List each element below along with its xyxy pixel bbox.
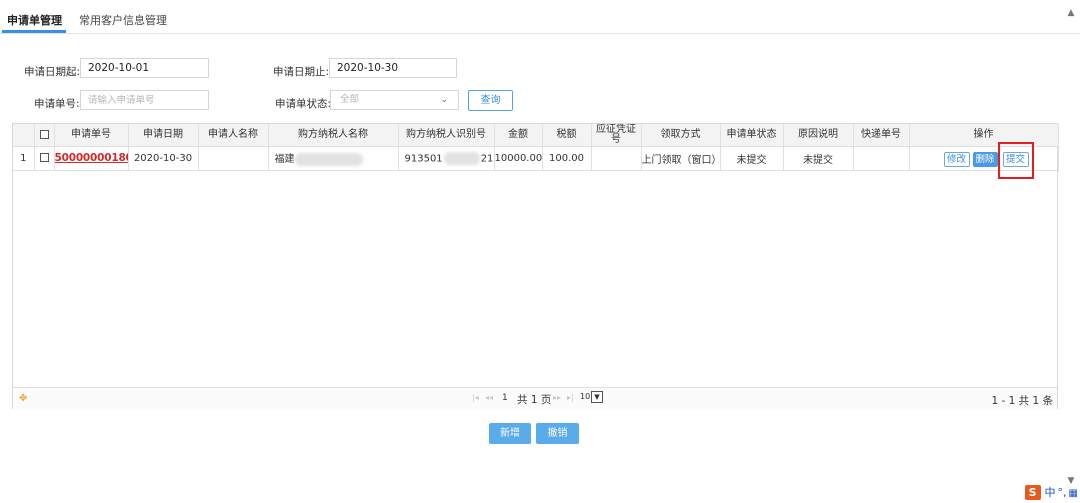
status-cell: 未提交 <box>720 146 784 171</box>
header-index <box>13 124 35 147</box>
buyer-name-text: 福建 <box>274 154 295 166</box>
delete-button[interactable]: 删除 <box>972 151 998 167</box>
actions-cell: 修改 删除 提交 <box>909 146 1059 171</box>
ime-language-toggle[interactable]: 中 <box>1045 486 1056 499</box>
header-buyer-tax-id[interactable]: 购方纳税人识别号 <box>398 124 495 147</box>
ime-punctuation-toggle[interactable]: °, <box>1058 486 1067 499</box>
prev-page-icon[interactable]: ◂◂ <box>485 393 493 402</box>
page-number[interactable]: 1 <box>502 393 508 403</box>
apply-table: 申请单号 申请日期 申请人名称 购方纳税人名称 购方纳税人识别号 金额 税额 应… <box>13 124 1059 171</box>
apply-no-link[interactable]: 500000001800 <box>55 152 128 164</box>
select-all-checkbox[interactable] <box>39 129 49 139</box>
tab-customer-info[interactable]: 常用客户信息管理 <box>79 12 167 28</box>
header-express-no[interactable]: 快递单号 <box>853 124 910 147</box>
refresh-icon[interactable]: ✥ <box>19 393 27 404</box>
data-grid: 申请单号 申请日期 申请人名称 购方纳税人名称 购方纳税人识别号 金额 税额 应… <box>12 123 1059 409</box>
row-index: 1 <box>13 146 35 171</box>
new-button[interactable]: 新增 <box>489 423 531 444</box>
voucher-no-cell <box>591 146 642 171</box>
header-applicant[interactable]: 申请人名称 <box>198 124 269 147</box>
page-size-dropdown-icon[interactable]: ▼ <box>591 391 603 403</box>
pagination-bar: ✥ |◂ ◂◂ 1 共 1 页 ▸▸ ▸| 10 ▼ 1 - 1 共 1 条 <box>13 387 1057 409</box>
reason-cell: 未提交 <box>783 146 854 171</box>
header-voucher-no[interactable]: 应征凭证号 <box>591 124 642 147</box>
express-no-cell <box>853 146 910 171</box>
redacted-blur <box>294 152 363 166</box>
header-status[interactable]: 申请单状态 <box>720 124 784 147</box>
total-pages: 共 1 页 <box>517 394 552 406</box>
header-reason[interactable]: 原因说明 <box>783 124 854 147</box>
header-apply-date[interactable]: 申请日期 <box>128 124 199 147</box>
table-row[interactable]: 1 500000001800 2020-10-30 福建 913501 217 1… <box>13 146 1059 171</box>
pickup-method-cell: 上门领取（窗口） <box>641 146 721 171</box>
apply-no-cell: 500000001800 <box>54 146 129 171</box>
tax-cell: 100.00 <box>542 146 592 171</box>
header-apply-no[interactable]: 申请单号 <box>54 124 129 147</box>
header-pickup-method[interactable]: 领取方式 <box>641 124 721 147</box>
status-label: 申请单状态: <box>275 98 332 110</box>
tab-apply-management[interactable]: 申请单管理 <box>7 12 62 28</box>
query-button[interactable]: 查询 <box>468 90 513 111</box>
apply-no-input[interactable] <box>80 90 209 110</box>
tax-id-suffix: 217 <box>480 153 494 164</box>
chevron-down-icon: ⌄ <box>440 95 448 105</box>
sogou-logo-icon[interactable]: S <box>1024 485 1041 500</box>
applicant-cell <box>198 146 269 171</box>
header-tax[interactable]: 税额 <box>542 124 592 147</box>
record-range: 1 - 1 共 1 条 <box>991 395 1053 407</box>
status-selected-value: 全部 <box>340 94 360 105</box>
row-checkbox[interactable] <box>39 153 49 162</box>
apply-no-label: 申请单号: <box>34 98 80 110</box>
buyer-name-cell: 福建 <box>268 146 399 171</box>
redacted-blur <box>443 151 480 165</box>
apply-date-cell: 2020-10-30 <box>128 146 199 171</box>
start-date-label: 申请日期起: <box>24 66 81 78</box>
end-date-input[interactable] <box>329 58 457 78</box>
edit-button[interactable]: 修改 <box>943 151 970 167</box>
ime-toolbar[interactable]: S 中 °, ▦ <box>1024 485 1078 501</box>
last-page-icon[interactable]: ▸| <box>567 393 574 402</box>
next-page-icon[interactable]: ▸▸ <box>553 393 561 402</box>
table-header-row: 申请单号 申请日期 申请人名称 购方纳税人名称 购方纳税人识别号 金额 税额 应… <box>13 124 1059 147</box>
amount-cell: 10000.00 <box>494 146 543 171</box>
header-buyer-name[interactable]: 购方纳税人名称 <box>268 124 399 147</box>
tab-bar: 申请单管理 常用客户信息管理 <box>0 0 1080 34</box>
start-date-input[interactable] <box>80 58 209 78</box>
first-page-icon[interactable]: |◂ <box>472 393 479 402</box>
page-size-value[interactable]: 10 <box>580 392 590 401</box>
end-date-label: 申请日期止: <box>273 66 330 78</box>
status-select[interactable]: 全部 ⌄ <box>330 90 459 110</box>
row-checkbox-cell[interactable] <box>34 146 55 171</box>
submit-highlight-annotation <box>998 142 1034 179</box>
active-tab-indicator <box>2 30 66 33</box>
revoke-button[interactable]: 撤销 <box>536 423 579 444</box>
buyer-tax-id-cell: 913501 217 <box>398 146 495 171</box>
keyboard-icon[interactable]: ▦ <box>1069 488 1078 499</box>
header-actions: 操作 <box>909 124 1059 147</box>
tax-id-prefix: 913501 <box>404 153 443 164</box>
header-select-all[interactable] <box>34 124 55 147</box>
scroll-up-icon[interactable]: ▲ <box>1066 8 1076 18</box>
header-amount[interactable]: 金额 <box>494 124 543 147</box>
